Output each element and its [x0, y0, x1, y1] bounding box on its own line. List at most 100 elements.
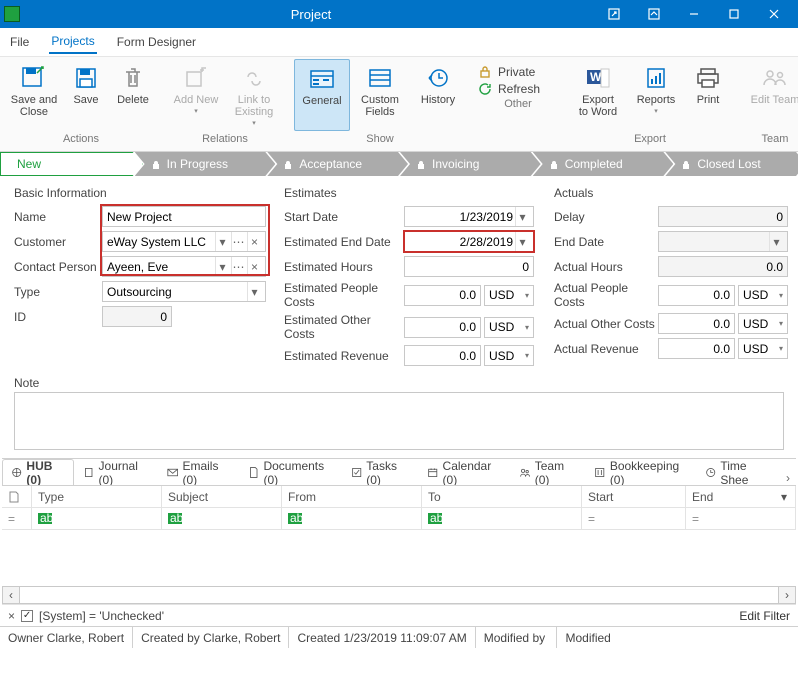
field-act-hours: 0.0 — [658, 256, 788, 277]
edit-filter-link[interactable]: Edit Filter — [739, 609, 790, 623]
grid-col-new[interactable] — [2, 486, 32, 507]
print-button[interactable]: Print — [686, 59, 730, 131]
ellipsis-icon[interactable]: ⋯ — [231, 257, 245, 276]
field-customer[interactable]: eWay System LLC▾⋯× — [102, 231, 266, 252]
chevron-down-icon[interactable]: ▾ — [215, 257, 229, 276]
field-contact[interactable]: Ayeen, Eve▾⋯× — [102, 256, 266, 277]
scroll-right-button[interactable]: › — [778, 586, 796, 604]
label-act-other: Actual Other Costs — [554, 317, 658, 331]
field-note[interactable] — [14, 392, 784, 450]
history-button[interactable]: History — [410, 59, 466, 131]
label-act-rev: Actual Revenue — [554, 342, 658, 356]
tab-bookkeeping[interactable]: Bookkeeping (0) — [585, 459, 696, 485]
ellipsis-icon[interactable]: ⋯ — [231, 232, 245, 251]
tab-documents[interactable]: Documents (0) — [239, 459, 342, 485]
help-link-icon[interactable] — [594, 0, 634, 28]
filter-summary: × ✓ [System] = 'Unchecked' Edit Filter — [2, 604, 796, 626]
ribbon-group-team: Team — [762, 131, 789, 148]
field-est-rev[interactable]: 0.0USD — [404, 345, 534, 366]
filter-checkbox[interactable]: ✓ — [21, 610, 33, 622]
save-and-close-button[interactable]: Save and Close — [6, 59, 62, 131]
chevron-down-icon[interactable]: ▾ — [515, 232, 529, 251]
general-button[interactable]: General — [294, 59, 350, 131]
tab-emails[interactable]: Emails (0) — [158, 459, 239, 485]
field-start-date[interactable]: 1/23/2019▾ — [404, 206, 534, 227]
stage-new[interactable]: New — [0, 152, 143, 176]
clear-filter-button[interactable]: × — [8, 609, 15, 623]
ribbon-group-relations: Relations — [202, 131, 248, 148]
column-chooser-icon[interactable]: ▾ — [777, 490, 791, 504]
stage-closed-lost[interactable]: Closed Lost — [665, 152, 798, 176]
custom-fields-button[interactable]: Custom Fields — [352, 59, 408, 131]
edit-team-button[interactable]: Edit Team — [742, 59, 798, 131]
tab-hub[interactable]: HUB (0) — [2, 459, 74, 485]
minimize-button[interactable] — [674, 0, 714, 28]
field-type[interactable]: Outsourcing▾ — [102, 281, 266, 302]
label-id: ID — [14, 310, 102, 324]
field-act-people[interactable]: 0.0USD — [658, 285, 788, 306]
filter-type[interactable]: ab — [32, 508, 162, 529]
tab-journal[interactable]: Journal (0) — [74, 459, 158, 485]
maximize-button[interactable] — [714, 0, 754, 28]
export-word-button[interactable]: WExport to Word — [570, 59, 626, 131]
field-est-end-date[interactable]: 2/28/2019▾ — [404, 231, 534, 252]
private-toggle[interactable]: Private — [478, 65, 558, 79]
section-estimates: Estimates — [284, 186, 554, 200]
tabs-scroll-right[interactable]: › — [780, 471, 796, 485]
chevron-down-icon[interactable]: ▾ — [769, 232, 783, 251]
clear-icon[interactable]: × — [247, 232, 261, 251]
grid-scrollbar[interactable]: ‹ › — [2, 586, 796, 604]
grid-col-from[interactable]: From — [282, 486, 422, 507]
field-est-hours[interactable]: 0 — [404, 256, 534, 277]
chevron-down-icon[interactable]: ▾ — [215, 232, 229, 251]
label-type: Type — [14, 285, 102, 299]
menu-projects[interactable]: Projects — [49, 30, 96, 54]
close-button[interactable] — [754, 0, 794, 28]
tab-timesheet[interactable]: Time Shee — [696, 459, 780, 485]
ribbon-toggle-icon[interactable] — [634, 0, 674, 28]
filter-start[interactable]: = — [582, 508, 686, 529]
field-end-date[interactable]: ▾ — [658, 231, 788, 252]
svg-text:ab: ab — [170, 513, 182, 524]
field-act-rev[interactable]: 0.0USD — [658, 338, 788, 359]
grid-col-to[interactable]: To — [422, 486, 582, 507]
field-est-other[interactable]: 0.0USD — [404, 317, 534, 338]
grid-col-end[interactable]: End▾ — [686, 486, 796, 507]
filter-to[interactable]: ab — [422, 508, 582, 529]
reports-button[interactable]: Reports▾ — [628, 59, 684, 131]
field-name[interactable]: New Project — [102, 206, 266, 227]
menu-bar: File Projects Form Designer — [0, 28, 798, 56]
tab-tasks[interactable]: Tasks (0) — [342, 459, 418, 485]
ribbon-group-actions: Actions — [63, 131, 99, 148]
filter-eq-0[interactable]: = — [2, 508, 32, 529]
filter-end[interactable]: = — [686, 508, 796, 529]
stage-invoicing[interactable]: Invoicing — [400, 152, 541, 176]
delete-button[interactable]: Delete — [110, 59, 156, 131]
stage-in-progress[interactable]: In Progress — [135, 152, 276, 176]
filter-subject[interactable]: ab — [162, 508, 282, 529]
stage-acceptance[interactable]: Acceptance — [267, 152, 408, 176]
ribbon-group-export: Export — [634, 131, 666, 148]
filter-from[interactable]: ab — [282, 508, 422, 529]
stage-completed[interactable]: Completed — [533, 152, 674, 176]
chevron-down-icon[interactable]: ▾ — [515, 207, 529, 226]
tab-calendar[interactable]: Calendar (0) — [418, 459, 510, 485]
grid-col-start[interactable]: Start — [582, 486, 686, 507]
grid-col-type[interactable]: Type — [32, 486, 162, 507]
menu-form-designer[interactable]: Form Designer — [115, 31, 198, 53]
label-name: Name — [14, 210, 102, 224]
grid-body[interactable] — [2, 530, 796, 586]
chevron-down-icon[interactable]: ▾ — [247, 282, 261, 301]
status-bar: Owner Clarke, Robert Created by Clarke, … — [0, 626, 798, 648]
field-est-people[interactable]: 0.0USD — [404, 285, 534, 306]
menu-file[interactable]: File — [8, 31, 31, 53]
clear-icon[interactable]: × — [247, 257, 261, 276]
field-act-other[interactable]: 0.0USD — [658, 313, 788, 334]
add-new-button[interactable]: Add New▾ — [168, 59, 224, 131]
save-button[interactable]: Save — [64, 59, 108, 131]
tab-team[interactable]: Team (0) — [510, 459, 585, 485]
link-to-existing-button[interactable]: Link to Existing▾ — [226, 59, 282, 131]
refresh-button[interactable]: Refresh — [478, 82, 558, 96]
scroll-left-button[interactable]: ‹ — [2, 586, 20, 604]
grid-col-subject[interactable]: Subject — [162, 486, 282, 507]
